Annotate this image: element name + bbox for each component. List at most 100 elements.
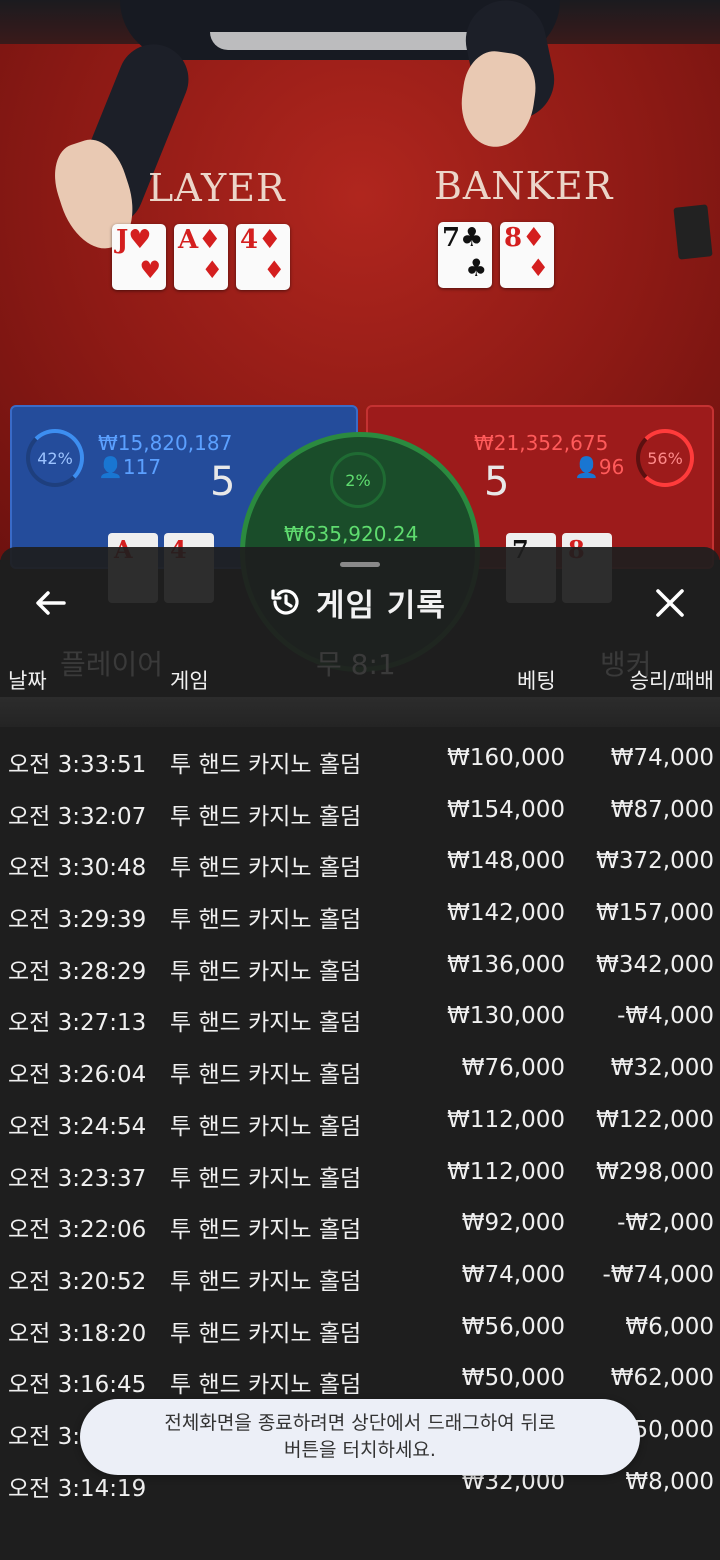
row-bet: ₩130,000	[447, 1003, 565, 1030]
row-time: 오전 3:20:52	[8, 1268, 147, 1295]
row-time: 오전 3:16:45	[8, 1372, 147, 1399]
history-list: 오전 3:33:51 투 핸드 카지노 홀덤 ₩160,000 ₩74,000 오전 3…	[0, 735, 720, 1510]
row-result: ₩62,000	[610, 1365, 714, 1392]
row-bet: ₩136,000	[447, 951, 565, 978]
player-count: 117	[122, 455, 162, 479]
sheet-header: 게임 기록	[0, 577, 720, 627]
row-result: ₩157,000	[596, 900, 714, 927]
banker-bet-amount: ₩21,352,675	[474, 431, 609, 455]
sheet-title: 게임 기록	[268, 577, 446, 627]
card-rank: A♦	[178, 225, 222, 255]
header-result: 승리/패배	[629, 669, 714, 693]
row-result: ₩6,000	[625, 1313, 714, 1340]
arrow-left-icon	[36, 591, 66, 615]
history-row[interactable]: 오전 3:18:20 투 핸드 카지노 홀덤 ₩56,000 ₩6,000	[0, 1304, 720, 1356]
row-game: 투 핸드 카지노 홀덤	[170, 907, 362, 934]
row-result: ₩122,000	[596, 1106, 714, 1133]
row-bet: ₩50,000	[461, 1365, 565, 1392]
dealer-right-hand	[455, 47, 541, 152]
banker-score: 5	[484, 459, 510, 505]
toast-line-1: 전체화면을 종료하려면 상단에서 드래그하여 뒤로	[164, 1412, 556, 1434]
history-row[interactable]: 오전 3:24:54 투 핸드 카지노 홀덤 ₩112,000 ₩122,000	[0, 1097, 720, 1149]
history-row[interactable]: 오전 3:28:29 투 핸드 카지노 홀덤 ₩136,000 ₩342,000	[0, 942, 720, 994]
user-icon: 👤	[98, 455, 123, 479]
card-rank: 4♦	[240, 225, 282, 255]
card-suit-icon: ♥	[139, 255, 161, 284]
row-result: ₩342,000	[596, 951, 714, 978]
row-game: 투 핸드 카지노 홀덤	[170, 1372, 362, 1399]
banker-percent: 56%	[636, 429, 694, 487]
row-result: -₩74,000	[602, 1261, 714, 1288]
card-rank: 8♦	[504, 223, 546, 253]
row-time: 오전 3:32:07	[8, 803, 147, 830]
history-row[interactable]: 오전 3:30:48 투 핸드 카지노 홀덤 ₩148,000 ₩372,000	[0, 838, 720, 890]
row-result: ₩32,000	[610, 1055, 714, 1082]
row-bet: ₩92,000	[461, 1210, 565, 1237]
row-time: 오전 3:28:29	[8, 958, 147, 985]
row-game: 투 핸드 카지노 홀덤	[170, 803, 362, 830]
banker-count: 96	[598, 455, 625, 479]
row-result: ₩87,000	[610, 796, 714, 823]
table-edge	[210, 32, 500, 50]
row-game: 투 핸드 카지노 홀덤	[170, 752, 362, 778]
row-result: 50,000	[633, 1416, 714, 1443]
row-bet: ₩76,000	[461, 1055, 565, 1082]
row-result: -₩2,000	[617, 1210, 714, 1237]
row-time: 오전 3:29:39	[8, 907, 147, 934]
ghost-band	[0, 697, 720, 727]
row-time: 오전 3:22:06	[8, 1217, 147, 1244]
player-bet-amount: ₩15,820,187	[98, 431, 233, 455]
row-game: 투 핸드 카지노 홀덤	[170, 1062, 362, 1089]
history-row[interactable]: 오전 3:20:52 투 핸드 카지노 홀덤 ₩74,000 -₩74,000	[0, 1252, 720, 1304]
history-row[interactable]: 오전 3:29:39 투 핸드 카지노 홀덤 ₩142,000 ₩157,000	[0, 890, 720, 942]
row-game: 투 핸드 카지노 홀덤	[170, 1217, 362, 1244]
history-row[interactable]: 오전 3:22:06 투 핸드 카지노 홀덤 ₩92,000 -₩2,000	[0, 1200, 720, 1252]
header-bet: 베팅	[517, 669, 556, 693]
close-button[interactable]	[648, 585, 692, 621]
banker-count-row: 👤96	[574, 455, 624, 479]
row-game: 투 핸드 카지노 홀덤	[170, 855, 362, 882]
close-icon	[656, 589, 684, 617]
fullscreen-exit-toast: 전체화면을 종료하려면 상단에서 드래그하여 뒤로 버튼을 터치하세요.	[80, 1399, 640, 1475]
player-count-row: 👤117	[98, 455, 161, 479]
row-bet: ₩148,000	[447, 848, 565, 875]
user-icon: 👤	[574, 455, 599, 479]
row-game: 투 핸드 카지노 홀덤	[170, 958, 362, 985]
banker-area-label: BANKER	[434, 164, 614, 208]
row-game: 투 핸드 카지노 홀덤	[170, 1320, 362, 1347]
row-time: 오전 3:18:20	[8, 1320, 147, 1347]
row-game: 투 핸드 카지노 홀덤	[170, 1113, 362, 1140]
history-row[interactable]: 오전 3:23:37 투 핸드 카지노 홀덤 ₩112,000 ₩298,000	[0, 1149, 720, 1201]
row-result: ₩8,000	[625, 1468, 714, 1495]
history-row[interactable]: 오전 3:33:51 투 핸드 카지노 홀덤 ₩160,000 ₩74,000	[0, 735, 720, 787]
player-area-label: LAYER	[148, 166, 286, 210]
row-game: 투 핸드 카지노 홀덤	[170, 1268, 362, 1295]
drag-handle[interactable]	[340, 562, 380, 567]
card-suit-icon: ♣	[465, 253, 487, 282]
back-button[interactable]	[30, 585, 70, 621]
row-bet: ₩56,000	[461, 1313, 565, 1340]
history-row[interactable]: 오전 3:27:13 투 핸드 카지노 홀덤 ₩130,000 -₩4,000	[0, 993, 720, 1045]
row-time: 오전 3:27:13	[8, 1010, 147, 1037]
table-card: J♥ ♥	[112, 224, 166, 290]
history-row[interactable]: 오전 3:32:07 투 핸드 카지노 홀덤 ₩154,000 ₩87,000	[0, 787, 720, 839]
row-time: 오전 3:23:37	[8, 1165, 147, 1192]
row-bet: ₩74,000	[461, 1261, 565, 1288]
table-card: 8♦ ♦	[500, 222, 554, 288]
header-game: 게임	[170, 669, 209, 693]
sheet-title-text: 게임 기록	[316, 587, 446, 624]
row-bet: ₩154,000	[447, 796, 565, 823]
card-suit-icon: ♦	[201, 255, 223, 284]
row-time: 오전 3:26:04	[8, 1062, 147, 1089]
player-score: 5	[210, 459, 236, 505]
row-game: 투 핸드 카지노 홀덤	[170, 1010, 362, 1037]
table-card: 7♣ ♣	[438, 222, 492, 288]
card-rank: J♥	[116, 225, 152, 255]
history-row[interactable]: 오전 3:26:04 투 핸드 카지노 홀덤 ₩76,000 ₩32,000	[0, 1045, 720, 1097]
tie-bet-amount: ₩635,920.24	[284, 522, 419, 546]
row-time: 오전 3:30:48	[8, 855, 147, 882]
row-game: 투 핸드 카지노 홀덤	[170, 1165, 362, 1192]
row-time: 오전 3:33:51	[8, 752, 147, 778]
card-suit-icon: ♦	[263, 255, 285, 284]
history-column-headers: 날짜 게임 베팅 승리/패배	[0, 661, 720, 695]
